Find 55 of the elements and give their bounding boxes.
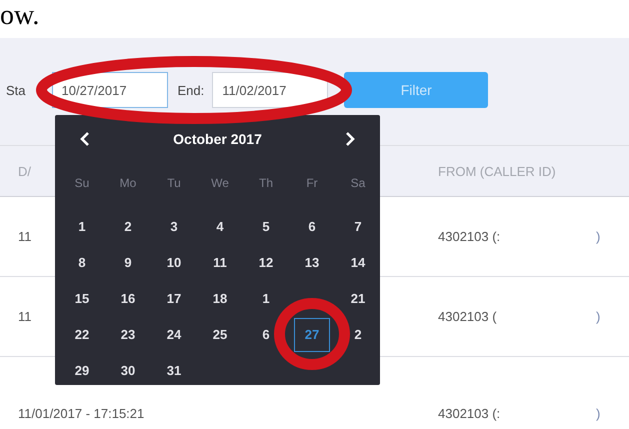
month-title: October 2017 xyxy=(173,131,262,147)
calendar-day[interactable]: 17 xyxy=(166,291,182,307)
table-cell: 11/01/2017 - 17:15:21 xyxy=(18,406,144,421)
weekday-label: Mo xyxy=(118,175,138,192)
weekday-label: Fr xyxy=(305,175,319,192)
calendar-day[interactable]: 3 xyxy=(170,219,178,235)
end-label: End: xyxy=(178,82,204,98)
calendar-day[interactable]: 2 xyxy=(354,327,362,343)
calendar-day[interactable]: 2 xyxy=(124,219,132,235)
calendar-day[interactable]: 16 xyxy=(120,291,136,307)
calendar-day[interactable]: 27 xyxy=(294,318,330,352)
table-cell: ) xyxy=(596,309,600,324)
calendar-day[interactable]: 8 xyxy=(78,255,86,271)
intro-text: ow. xyxy=(0,0,40,32)
calendar-day[interactable]: 11 xyxy=(213,255,227,271)
table-cell: 11 xyxy=(18,229,32,244)
calendar-day[interactable]: 29 xyxy=(74,363,90,379)
calendar-day[interactable]: 15 xyxy=(74,291,90,307)
calendar-day[interactable]: 1 xyxy=(262,291,270,307)
column-header: FROM (CALLER ID) xyxy=(438,164,556,178)
table-cell: 11 xyxy=(18,309,32,324)
table-cell: 4302103 (: xyxy=(438,406,500,421)
calendar-day[interactable]: 24 xyxy=(166,327,182,343)
calendar-day[interactable]: 13 xyxy=(304,255,320,271)
weekday-label: Sa xyxy=(350,175,366,192)
weekday-label: Tu xyxy=(166,175,182,192)
calendar-day[interactable]: 12 xyxy=(258,255,274,271)
table-cell: ) xyxy=(596,229,600,244)
calendar-day[interactable]: 1 xyxy=(78,219,86,235)
table-cell: 4302103 ( xyxy=(438,309,497,324)
calendar-day[interactable]: 4 xyxy=(216,219,224,235)
calendar-day[interactable]: 10 xyxy=(166,255,182,271)
weekday-label: We xyxy=(210,175,230,192)
calendar-day[interactable]: 31 xyxy=(166,363,182,379)
calendar-day[interactable]: 30 xyxy=(120,363,136,379)
calendar-day[interactable]: 18 xyxy=(212,291,228,307)
calendar-day[interactable]: 6 xyxy=(308,219,316,235)
chevron-left-icon[interactable] xyxy=(79,131,91,147)
calendar-day[interactable]: 7 xyxy=(354,219,362,235)
start-label: Sta xyxy=(6,82,26,98)
weekday-label: Su xyxy=(74,175,90,192)
calendar-day[interactable]: 23 xyxy=(120,327,136,343)
table-cell: ) xyxy=(596,406,600,421)
calendar-day[interactable]: 22 xyxy=(74,327,90,343)
column-header: D/ xyxy=(18,164,31,178)
calendar-day[interactable]: 5 xyxy=(262,219,270,235)
chevron-right-icon[interactable] xyxy=(344,131,356,147)
end-date-field[interactable]: 11/02/2017 xyxy=(212,72,328,108)
weekday-label: Th xyxy=(258,175,274,192)
calendar-day[interactable]: 21 xyxy=(350,291,366,307)
calendar-day[interactable]: 25 xyxy=(212,327,228,343)
calendar-day[interactable]: 6 xyxy=(262,327,270,343)
calendar-day[interactable]: 14 xyxy=(350,255,366,271)
table-cell: 4302103 (: xyxy=(438,229,500,244)
calendar-day[interactable]: 9 xyxy=(124,255,132,271)
